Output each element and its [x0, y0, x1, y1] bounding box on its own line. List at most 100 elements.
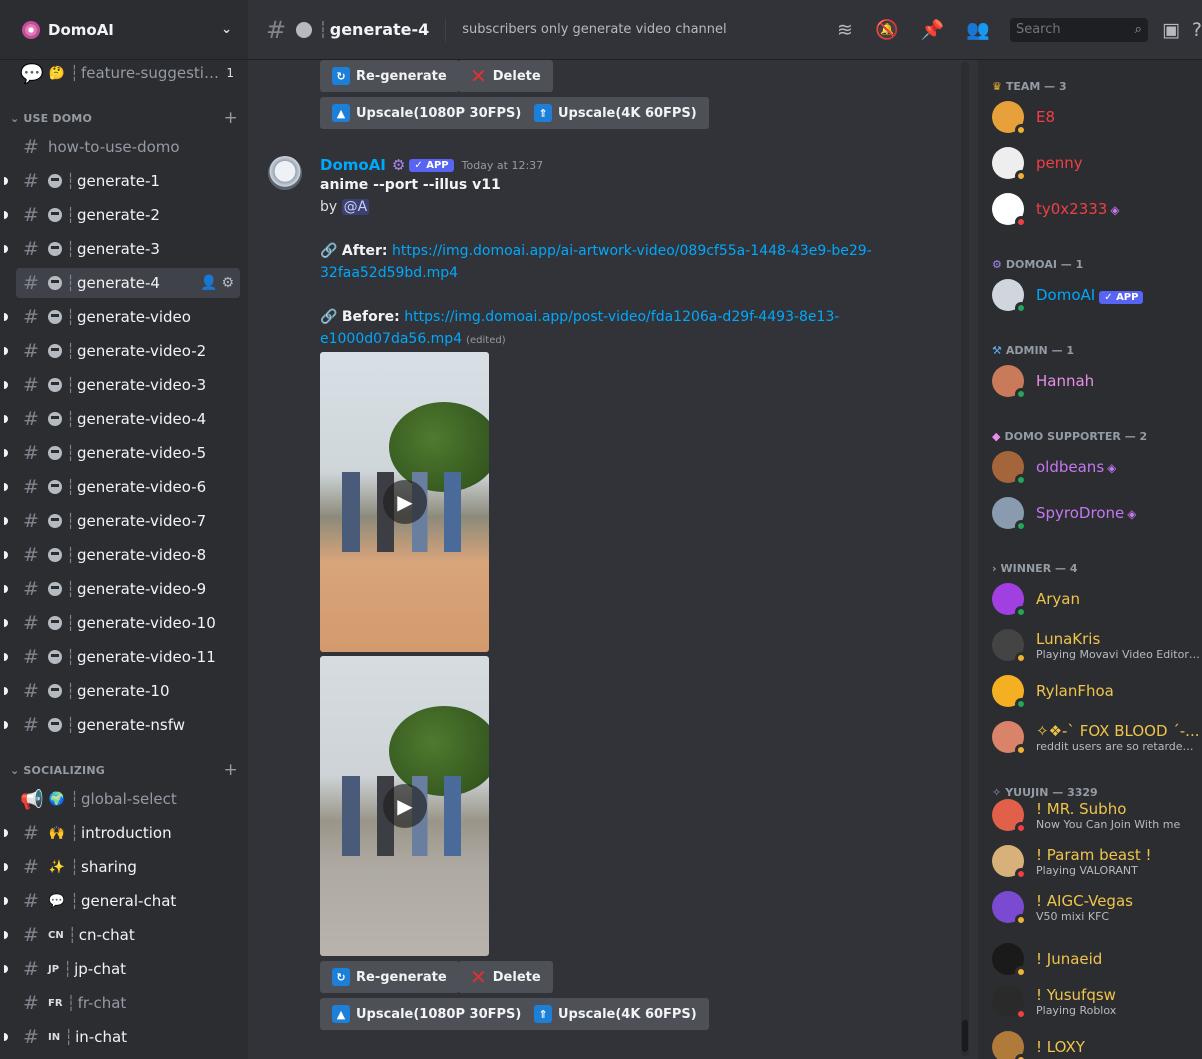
member-name: DomoAI ✓ APP [1036, 286, 1151, 304]
before-link-cont[interactable]: e1000d07da56.mp4 [320, 331, 462, 347]
channel-name: feature-suggestio... [80, 64, 227, 82]
channel-fr-chat[interactable]: # FR ┆ fr-chat [16, 988, 240, 1018]
channel-feature-suggestions[interactable]: 💬 🤔 ┆ feature-suggestio... 1 [16, 58, 240, 88]
channel-generate-video-10[interactable]: # ┆ generate-video-10 [4, 608, 240, 638]
channel-in-chat[interactable]: # IN ┆ in-chat [4, 1022, 240, 1052]
member-item[interactable]: ! Yusufqsw Playing Roblox [992, 980, 1202, 1022]
delete-button[interactable]: ✕ Delete [458, 60, 553, 92]
member-item[interactable]: Aryan [992, 578, 1202, 620]
after-video[interactable]: ▶ [320, 352, 489, 652]
channel-name: generate-video-9 [77, 580, 207, 598]
member-list-icon[interactable]: 👥 [966, 18, 990, 41]
after-link[interactable]: https://img.domoai.app/ai-artwork-video/… [392, 243, 872, 259]
channel-generate-nsfw[interactable]: # ┆ generate-nsfw [4, 710, 240, 740]
member-item[interactable]: ! MR. Subho Now You Can Join With me [992, 794, 1202, 836]
channel-generate-3[interactable]: # ┆ generate-3 [4, 234, 240, 264]
member-status: Playing VALORANT [1036, 863, 1138, 877]
domoai-avatar[interactable] [268, 156, 302, 190]
channel-how-to-use-domo[interactable]: # how-to-use-domo [16, 132, 240, 162]
search-box[interactable]: ⌕ [1009, 17, 1148, 42]
avatar [992, 147, 1027, 182]
inbox-icon[interactable]: ▣ [1162, 19, 1180, 41]
channel-generate-4[interactable]: # ┆ generate-4 👤 ⚙ [16, 268, 240, 298]
channel-generate-video[interactable]: # ┆ generate-video [4, 302, 240, 332]
member-item[interactable]: RylanFhoa [992, 670, 1202, 712]
member-name: ! MR. Subho [1036, 799, 1127, 818]
upscale-4k-button[interactable]: ⇑ Upscale(4K 60FPS) [522, 97, 709, 129]
channel-generate-video-7[interactable]: # ┆ generate-video-7 [4, 506, 240, 536]
author-name[interactable]: DomoAI [320, 156, 386, 174]
channel-introduction[interactable]: # 🙌 ┆ introduction [4, 818, 240, 848]
member-item[interactable]: ! Junaeid [992, 938, 1202, 980]
upscale-1080-button-2[interactable]: ▲ Upscale(1080P 30FPS) [320, 998, 534, 1030]
channel-generate-2[interactable]: # ┆ generate-2 [4, 200, 240, 230]
channel-sharing[interactable]: # ✨ ┆ sharing [4, 852, 240, 882]
upscale-4k-button-2[interactable]: ⇑ Upscale(4K 60FPS) [522, 998, 709, 1030]
avatar [992, 985, 1027, 1020]
mute-bell-icon[interactable]: 🔕 [875, 18, 899, 41]
member-item[interactable]: ! Param beast ! Playing VALORANT [992, 840, 1202, 882]
member-item[interactable]: oldbeans ◈ [992, 446, 1202, 488]
channel-general-chat[interactable]: # 💬 ┆ general-chat [4, 886, 240, 916]
channel-generate-10[interactable]: # ┆ generate-10 [4, 676, 240, 706]
member-item[interactable]: penny [992, 142, 1202, 184]
member-item[interactable]: SpyroDrone ◈ [992, 492, 1202, 534]
member-item[interactable]: Hannah [992, 360, 1202, 402]
member-item[interactable]: ty0x2333 ◈ [992, 188, 1202, 230]
member-name: Aryan [1036, 590, 1081, 608]
member-item[interactable]: ! AIGC-Vegas V50 mixi KFC [992, 886, 1202, 928]
member-item[interactable]: DomoAI ✓ APP [992, 274, 1202, 316]
channel-jp-chat[interactable]: # JP ┆ jp-chat [4, 954, 240, 984]
channel-name: generate-video-5 [77, 444, 207, 462]
channel-generate-video-8[interactable]: # ┆ generate-video-8 [4, 540, 240, 570]
upscale-icon: ⇑ [534, 104, 552, 122]
channel-generate-video-4[interactable]: # ┆ generate-video-4 [4, 404, 240, 434]
gear-icon[interactable]: ⚙ [221, 275, 234, 291]
play-icon[interactable]: ▶ [383, 480, 427, 524]
scrollbar-thumb[interactable] [962, 1020, 968, 1052]
server-name: DomoAI [48, 20, 114, 39]
before-link[interactable]: https://img.domoai.app/post-video/fda120… [404, 309, 839, 325]
after-link-cont[interactable]: 32faa52d59bd.mp4 [320, 265, 458, 281]
category-use-domo[interactable]: ⌄ USE DOMO + [10, 108, 238, 128]
channel-name: generate-4 [77, 274, 160, 292]
member-item[interactable]: ! LOXY [992, 1026, 1202, 1059]
member-item[interactable]: ✧❖-` FOX BLOOD ´-... reddit users are so … [992, 716, 1202, 758]
search-input[interactable] [1015, 22, 1135, 37]
user-mention[interactable]: @A [341, 199, 370, 215]
channel-generate-video-11[interactable]: # ┆ generate-video-11 [4, 642, 240, 672]
channel-name: generate-video-8 [77, 546, 207, 564]
pin-icon[interactable]: 📌 [921, 18, 945, 41]
channel-generate-video-6[interactable]: # ┆ generate-video-6 [4, 472, 240, 502]
channel-generate-1[interactable]: # ┆ generate-1 [4, 166, 240, 196]
channel-generate-video-2[interactable]: # ┆ generate-video-2 [4, 336, 240, 366]
member-item[interactable]: E8 [992, 96, 1202, 138]
channel-generate-video-5[interactable]: # ┆ generate-video-5 [4, 438, 240, 468]
category-socializing[interactable]: ⌄ SOCIALIZING + [10, 760, 238, 780]
add-channel-icon[interactable]: + [224, 108, 238, 128]
app-badge: ✓ APP [1099, 291, 1144, 304]
chat-scrollbar[interactable] [961, 62, 969, 1056]
channel-cn-chat[interactable]: # CN ┆ cn-chat [4, 920, 240, 950]
channel-generate-video-3[interactable]: # ┆ generate-video-3 [4, 370, 240, 400]
server-header[interactable]: DomoAI ⌄ [0, 0, 248, 60]
chevron-down-icon[interactable]: ⌄ [221, 22, 232, 37]
play-icon[interactable]: ▶ [383, 784, 427, 828]
delete-button-2[interactable]: ✕ Delete [458, 961, 553, 993]
channel-sidebar: DomoAI ⌄ 💬 🤔 ┆ feature-suggestio... 1 ⌄ U… [0, 0, 248, 1059]
avatar [992, 583, 1027, 618]
help-icon[interactable]: ? [1192, 19, 1202, 41]
before-video[interactable]: ▶ [320, 656, 489, 956]
presence-indicator [1015, 216, 1027, 228]
channel-generate-video-9[interactable]: # ┆ generate-video-9 [4, 574, 240, 604]
channel-name: introduction [81, 824, 172, 842]
member-item[interactable]: LunaKris Playing Movavi Video Editor 2... [992, 624, 1202, 666]
threads-icon[interactable]: ≋ [837, 19, 853, 41]
upscale-1080-button[interactable]: ▲ Upscale(1080P 30FPS) [320, 97, 534, 129]
add-channel-icon[interactable]: + [224, 760, 238, 780]
channel-name: fr-chat [77, 994, 127, 1012]
regenerate-button-2[interactable]: ↻ Re-generate [320, 961, 459, 993]
add-member-icon[interactable]: 👤 [200, 275, 217, 291]
channel-global-select[interactable]: 📢 🌍 ┆ global-select [16, 784, 240, 814]
regenerate-button[interactable]: ↻ Re-generate [320, 60, 459, 92]
